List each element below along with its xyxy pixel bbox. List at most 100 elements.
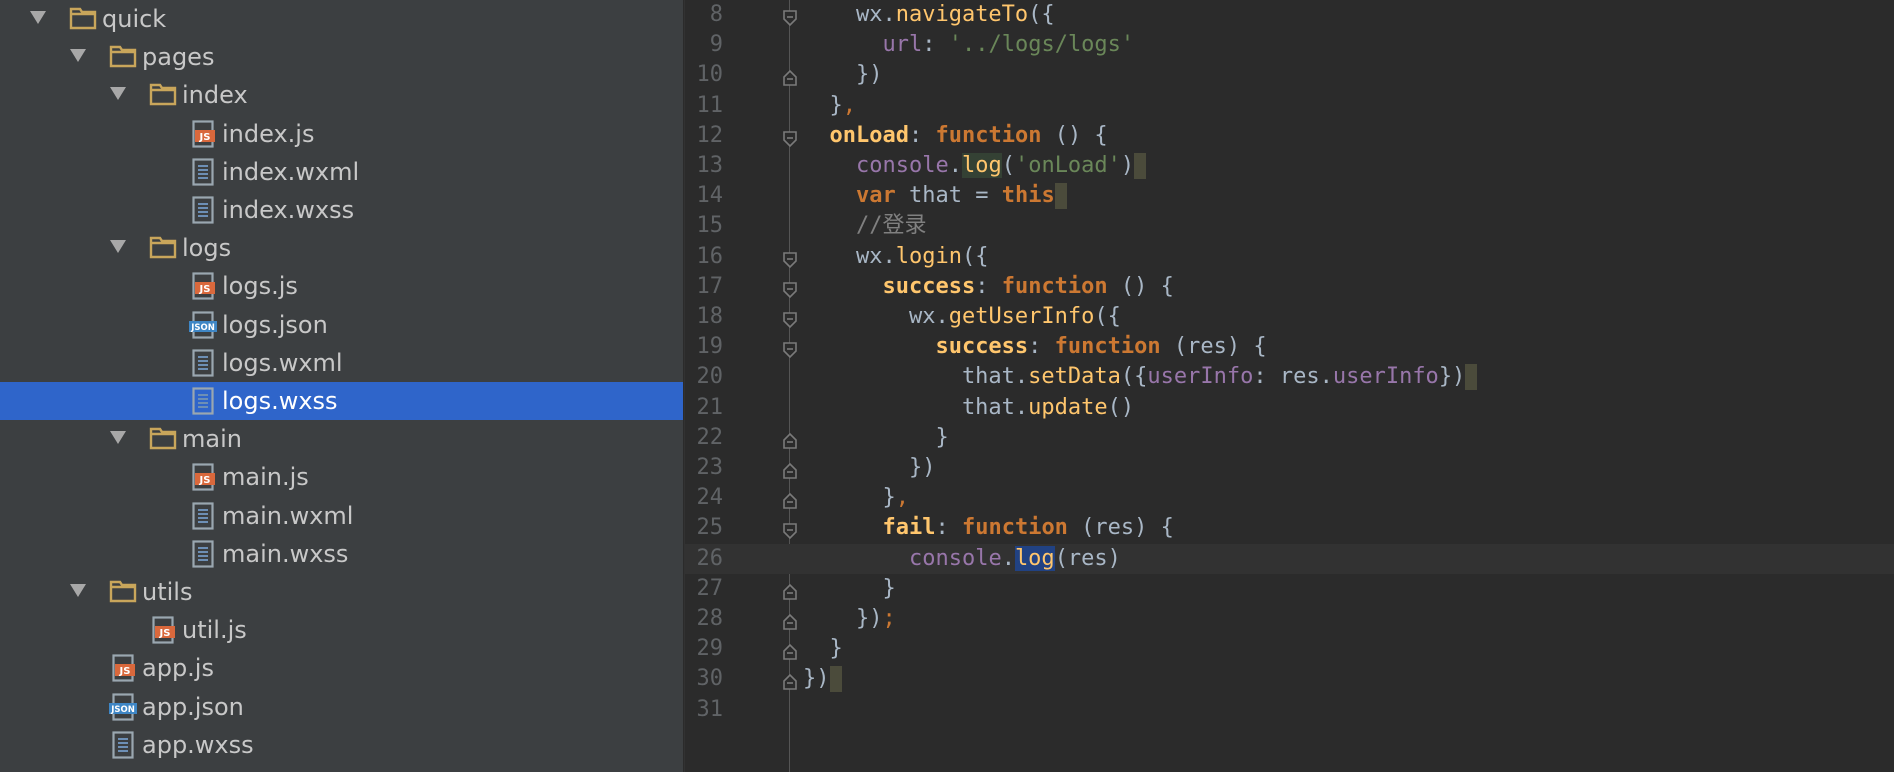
code-line[interactable]: 8 wx.navigateTo({ — [685, 0, 1894, 30]
code-line[interactable]: 19 success: function (res) { — [685, 332, 1894, 362]
tree-file-row[interactable]: app.wxss — [0, 726, 683, 764]
line-number[interactable]: 16 — [685, 242, 724, 272]
code-text[interactable]: var that = this — [803, 181, 1067, 211]
tree-file-row[interactable]: JSON logs.json — [0, 306, 683, 344]
line-number[interactable]: 21 — [685, 393, 724, 423]
line-number[interactable]: 10 — [685, 60, 724, 90]
code-line[interactable]: 20 that.setData({userInfo: res.userInfo}… — [685, 362, 1894, 392]
code-line[interactable]: 16 wx.login({ — [685, 242, 1894, 272]
code-line[interactable]: 21 that.update() — [685, 393, 1894, 423]
code-line[interactable]: 14 var that = this — [685, 181, 1894, 211]
tree-file-row[interactable]: index.wxss — [0, 191, 683, 229]
line-number[interactable]: 31 — [685, 695, 724, 725]
code-text[interactable]: wx.getUserInfo({ — [803, 302, 1121, 332]
code-text[interactable]: that.setData({userInfo: res.userInfo}) — [803, 362, 1478, 392]
line-number[interactable]: 9 — [685, 30, 723, 60]
line-number[interactable]: 23 — [685, 453, 724, 483]
code-line[interactable]: 10 }) — [685, 60, 1894, 90]
line-number[interactable]: 26 — [685, 544, 724, 574]
tree-file-row[interactable]: logs.wxss — [0, 382, 683, 420]
tree-file-row[interactable]: logs.wxml — [0, 344, 683, 382]
code-line[interactable]: 9 url: '../logs/logs' — [685, 30, 1894, 60]
line-number[interactable]: 11 — [685, 91, 724, 121]
line-number[interactable]: 24 — [685, 483, 724, 513]
code-line[interactable]: 24 }, — [685, 483, 1894, 513]
tree-file-row[interactable]: index.wxml — [0, 153, 683, 191]
line-number[interactable]: 14 — [685, 181, 724, 211]
line-number[interactable]: 25 — [685, 513, 724, 543]
code-line[interactable]: 28 }); — [685, 604, 1894, 634]
code-line[interactable]: 30}) — [685, 664, 1894, 694]
code-text[interactable]: }, — [803, 483, 909, 513]
line-number[interactable]: 28 — [685, 604, 724, 634]
code-text[interactable]: } — [803, 423, 948, 453]
tree-file-row[interactable]: JS logs.js — [0, 267, 683, 305]
tree-file-row[interactable]: main.wxml — [0, 497, 683, 535]
tree-file-row[interactable]: JS main.js — [0, 458, 683, 496]
code-text[interactable]: console.log('onLoad') — [803, 151, 1147, 181]
expand-arrow-icon[interactable] — [110, 87, 126, 100]
code-line[interactable]: 15 //登录 — [685, 211, 1894, 241]
code-text[interactable]: }) — [803, 453, 936, 483]
code-line[interactable]: 13 console.log('onLoad') — [685, 151, 1894, 181]
code-text[interactable]: }, — [803, 91, 856, 121]
tree-folder-row[interactable]: logs — [0, 229, 683, 267]
code-text[interactable]: }) — [803, 60, 883, 90]
code-text[interactable]: wx.login({ — [803, 242, 988, 272]
line-number[interactable]: 17 — [685, 272, 724, 302]
code-text[interactable]: success: function () { — [803, 272, 1173, 302]
tree-file-row[interactable]: main.wxss — [0, 535, 683, 573]
line-number[interactable]: 29 — [685, 634, 724, 664]
tree-folder-row[interactable]: main — [0, 420, 683, 458]
tree-file-row[interactable]: JS app.js — [0, 649, 683, 687]
tree-folder-row[interactable]: pages — [0, 38, 683, 76]
line-number[interactable]: 22 — [685, 423, 724, 453]
expand-arrow-icon[interactable] — [70, 584, 86, 597]
line-number[interactable]: 19 — [685, 332, 724, 362]
code-text[interactable]: console.log(res) — [803, 544, 1121, 574]
expand-arrow-icon[interactable] — [110, 240, 126, 253]
line-number[interactable]: 18 — [685, 302, 724, 332]
code-text[interactable]: success: function (res) { — [803, 332, 1266, 362]
line-number[interactable]: 13 — [685, 151, 724, 181]
expand-arrow-icon[interactable] — [30, 11, 46, 24]
tree-file-row[interactable]: JS util.js — [0, 611, 683, 649]
code-text[interactable]: //登录 — [803, 211, 927, 241]
tree-folder-row[interactable]: utils — [0, 573, 683, 611]
code-text[interactable]: } — [803, 634, 842, 664]
code-text[interactable]: }) — [803, 664, 842, 694]
code-text[interactable]: } — [803, 574, 895, 604]
code-line[interactable]: 12 onLoad: function () { — [685, 121, 1894, 151]
code-line[interactable]: 22 } — [685, 423, 1894, 453]
line-number[interactable]: 12 — [685, 121, 724, 151]
code-line[interactable]: 27 } — [685, 574, 1894, 604]
tree-file-row[interactable]: JSON app.json — [0, 688, 683, 726]
tree-folder-row[interactable]: quick — [0, 0, 683, 38]
code-line[interactable]: 11 }, — [685, 91, 1894, 121]
code-text[interactable]: }); — [803, 604, 896, 634]
line-number[interactable]: 30 — [685, 664, 724, 694]
code-line[interactable]: 18 wx.getUserInfo({ — [685, 302, 1894, 332]
tree-folder-row[interactable]: index — [0, 76, 683, 114]
code-line[interactable]: 26 console.log(res) — [685, 544, 1894, 574]
line-number[interactable]: 8 — [685, 0, 723, 30]
code-line[interactable]: 23 }) — [685, 453, 1894, 483]
line-number[interactable]: 27 — [685, 574, 724, 604]
expand-arrow-icon[interactable] — [70, 49, 86, 62]
code-text[interactable]: onLoad: function () { — [803, 121, 1108, 151]
code-text[interactable]: url: '../logs/logs' — [803, 30, 1134, 60]
line-number[interactable]: 15 — [685, 211, 724, 241]
code-text[interactable]: wx.navigateTo({ — [803, 0, 1055, 30]
code-editor[interactable]: 8 wx.navigateTo({9 url: '../logs/logs' 10… — [685, 0, 1894, 772]
project-file-tree[interactable]: quick pages index JS index.js index.wxml index… — [0, 0, 683, 772]
code-line[interactable]: 17 success: function () { — [685, 272, 1894, 302]
line-number[interactable]: 20 — [685, 362, 724, 392]
code-line[interactable]: 29 } — [685, 634, 1894, 664]
code-text[interactable]: fail: function (res) { — [803, 513, 1173, 543]
expand-arrow-icon[interactable] — [110, 431, 126, 444]
tree-item-label: logs.json — [222, 311, 328, 339]
code-text[interactable]: that.update() — [803, 393, 1134, 423]
tree-file-row[interactable]: JS index.js — [0, 115, 683, 153]
code-line[interactable]: 31 — [685, 695, 1894, 725]
code-line[interactable]: 25 fail: function (res) { — [685, 513, 1894, 543]
